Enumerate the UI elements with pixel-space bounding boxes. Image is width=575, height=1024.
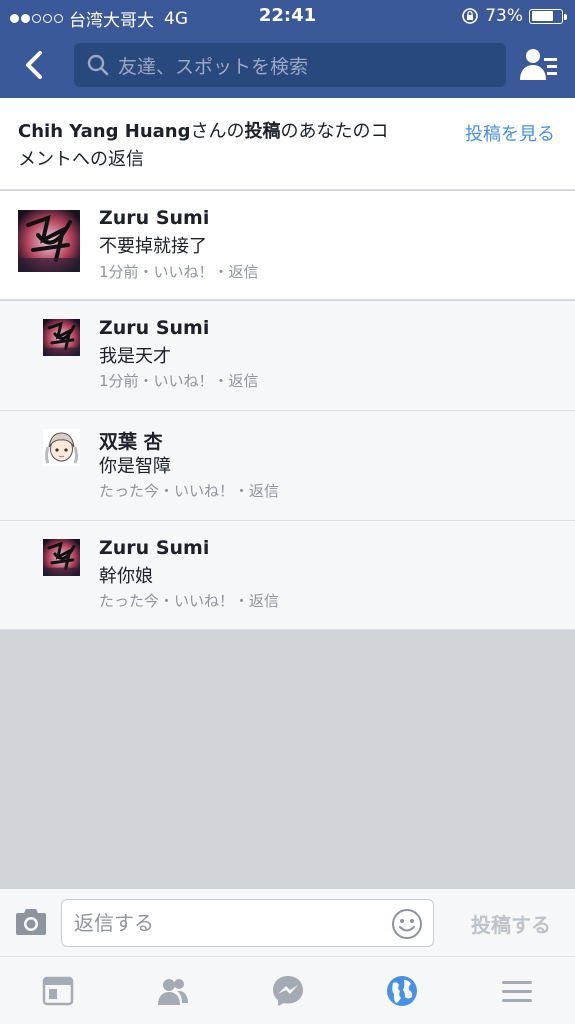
- commenter-name[interactable]: Zuru Sumi: [99, 537, 209, 559]
- status-bar: 台湾大哥大 4G 22:41 73%: [0, 0, 575, 32]
- comment-meta[interactable]: 1分前・いいね！・返信: [99, 261, 259, 282]
- commenter-name[interactable]: Zuru Sumi: [99, 207, 209, 229]
- tab-bar: [0, 956, 575, 1024]
- battery-icon: [529, 8, 567, 24]
- news-feed-icon[interactable]: [40, 973, 76, 1009]
- thread-title: Chih Yang Huangさんの投稿のあなたのコ メントへの返信: [18, 121, 389, 170]
- comment-meta[interactable]: たった今・いいね！・返信: [99, 590, 279, 611]
- friend-requests-icon[interactable]: [519, 45, 559, 85]
- reply-item: Zuru Sumi 我是天才 1分前・いいね！・返信: [0, 301, 575, 411]
- avatar[interactable]: [43, 429, 80, 466]
- navigation-bar: 友達、スポットを検索: [0, 40, 575, 92]
- reply-composer: 投稿する: [0, 888, 575, 956]
- commenter-name[interactable]: 双葉 杏: [99, 427, 163, 454]
- comment-text: 我是天才: [99, 346, 171, 367]
- camera-icon[interactable]: [14, 907, 48, 937]
- menu-icon[interactable]: [499, 973, 535, 1009]
- comment-text: 你是智障: [99, 456, 171, 477]
- emoji-icon[interactable]: [391, 908, 423, 940]
- view-post-link[interactable]: 投稿を見る: [465, 120, 555, 146]
- back-arrow-icon[interactable]: [18, 48, 52, 82]
- battery-percent: 73%: [485, 6, 523, 26]
- avatar[interactable]: [18, 210, 80, 272]
- comment-meta[interactable]: たった今・いいね！・返信: [99, 480, 279, 501]
- comment-text: 不要掉就接了: [99, 236, 207, 257]
- search-icon: [87, 54, 109, 76]
- commenter-name[interactable]: Zuru Sumi: [99, 317, 209, 339]
- top-bar: 台湾大哥大 4G 22:41 73% 友達、スポットを検索: [0, 0, 575, 98]
- search-input[interactable]: 友達、スポットを検索: [74, 43, 506, 87]
- avatar[interactable]: [43, 539, 80, 576]
- post-button[interactable]: 投稿する: [471, 909, 551, 938]
- friends-icon[interactable]: [155, 973, 191, 1009]
- messenger-icon[interactable]: [270, 973, 306, 1009]
- reply-field-container: [61, 899, 434, 947]
- reply-item: Zuru Sumi 幹你娘 たった今・いいね！・返信: [0, 521, 575, 630]
- notifications-globe-icon[interactable]: [384, 973, 420, 1009]
- reply-input[interactable]: [74, 900, 374, 946]
- rotation-lock-icon: [462, 8, 479, 24]
- reply-thread-header: Chih Yang Huangさんの投稿のあなたのコ メントへの返信 投稿を見る: [0, 98, 575, 190]
- post-link[interactable]: 投稿: [245, 121, 281, 142]
- reply-item: 双葉 杏 你是智障 たった今・いいね！・返信: [0, 411, 575, 521]
- avatar[interactable]: [43, 319, 80, 356]
- comment-meta[interactable]: 1分前・いいね！・返信: [99, 370, 259, 391]
- search-placeholder: 友達、スポットを検索: [118, 55, 309, 78]
- post-author-link[interactable]: Chih Yang Huang: [18, 121, 191, 142]
- comment-item: Zuru Sumi 不要掉就接了 1分前・いいね！・返信: [0, 191, 575, 300]
- comment-text: 幹你娘: [99, 566, 153, 587]
